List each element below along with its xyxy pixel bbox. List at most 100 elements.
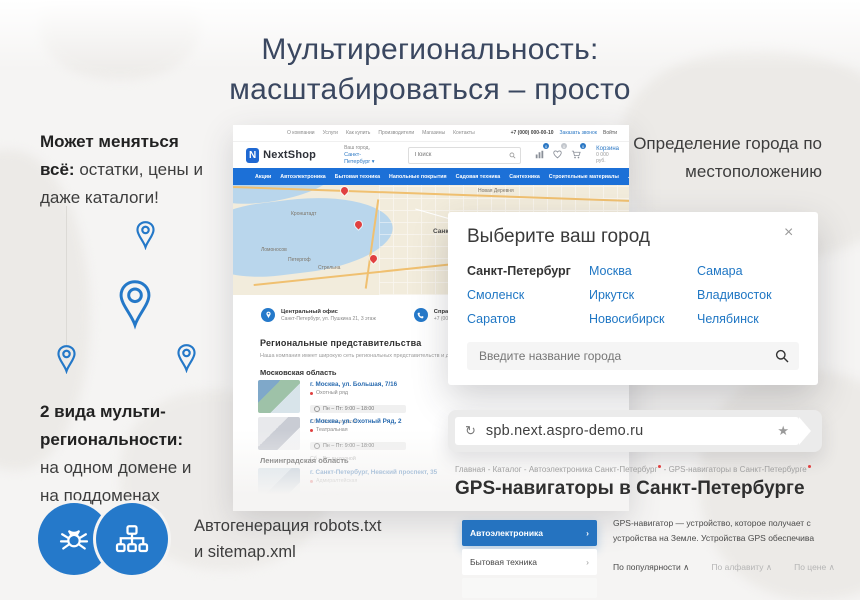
- city-option[interactable]: Челябинск: [697, 312, 772, 326]
- red-dot-icon: [808, 465, 811, 468]
- fact-two-kinds-rest: на одном домене и на поддоменах: [40, 458, 191, 505]
- store-metro-name: Охотный ряд: [316, 389, 348, 398]
- menu-item[interactable]: Строительные материалы: [549, 174, 619, 180]
- breadcrumb-item[interactable]: Каталог: [493, 465, 522, 474]
- map-label: Кронштадт: [291, 211, 316, 217]
- breadcrumb-item-region[interactable]: Автоэлектроника Санкт-Петербург: [529, 465, 658, 474]
- sort-bar: По популярности ∧ По алфавиту ∧ По цене …: [613, 562, 835, 573]
- category-description-line: GPS-навигатор — устройство, которое полу…: [613, 516, 860, 531]
- metro-dot-icon: [310, 392, 313, 395]
- city-option[interactable]: Москва: [589, 264, 664, 278]
- modal-title: Выберите ваш город: [467, 226, 650, 248]
- sidebar-item-autoelectronics[interactable]: Автоэлектроника ›: [462, 520, 597, 546]
- city-option[interactable]: Смоленск: [467, 288, 571, 302]
- city-select-modal: Выберите ваш город × Санкт-Петербург Смо…: [448, 212, 818, 385]
- catalog-heading: GPS-навигаторы в Санкт-Петербурге: [455, 478, 805, 500]
- cart-icon[interactable]: 0: [571, 146, 581, 164]
- map-label: Ломоносов: [261, 247, 287, 253]
- city-option[interactable]: Иркутск: [589, 288, 664, 302]
- refresh-icon[interactable]: ↻: [465, 423, 476, 439]
- fact-two-kinds-bold: 2 вида мульти-региональности:: [40, 402, 183, 449]
- url-text[interactable]: spb.next.aspro-demo.ru: [486, 423, 644, 439]
- store-address[interactable]: г. Москва, ул. Большая, 7/16: [310, 380, 406, 389]
- sidebar-item-label: Бытовая техника: [470, 557, 537, 567]
- fact-two-kinds: 2 вида мульти-региональности: на одном д…: [40, 398, 212, 510]
- page-title-line1: Мультирегиональность:: [261, 33, 598, 66]
- contact-office-address: Санкт-Петербург, ул. Пушкина 21, 3 этаж: [281, 316, 376, 323]
- menu-item[interactable]: Акции: [255, 174, 271, 180]
- contact-office: Центральный офис Санкт-Петербург, ул. Пу…: [261, 308, 376, 323]
- store-address[interactable]: г. Москва, ул. Охотный Ряд, 2: [310, 417, 406, 426]
- map-marker-icon[interactable]: [340, 186, 350, 196]
- autogeneration-label: Автогенерация robots.txt и sitemap.xml: [194, 513, 394, 565]
- browser-urlbar: ↻ spb.next.aspro-demo.ru ★: [448, 410, 822, 452]
- favorites-badge: 0: [561, 143, 567, 149]
- search-icon[interactable]: [509, 152, 516, 159]
- menu-item[interactable]: Садовая техника: [456, 174, 501, 180]
- sort-alphabet[interactable]: По алфавиту ∧: [711, 562, 772, 573]
- city-search-input[interactable]: [477, 348, 775, 364]
- search-icon[interactable]: [775, 349, 789, 363]
- map-pin-icon: [53, 344, 80, 374]
- menu-item[interactable]: Автоэлектроника: [280, 174, 326, 180]
- map-label: Петергоф: [288, 257, 311, 263]
- city-selector[interactable]: Ваш город, Санкт-Петербург ▾: [344, 145, 386, 166]
- map-pin-icon: [173, 343, 200, 373]
- url-field[interactable]: ↻ spb.next.aspro-demo.ru ★: [455, 417, 799, 445]
- city-option[interactable]: Самара: [697, 264, 772, 278]
- cart-badge: 0: [580, 143, 586, 149]
- city-selector-value[interactable]: Санкт-Петербург ▾: [344, 152, 386, 166]
- page-title-line2: масштабироваться – просто: [229, 73, 631, 106]
- region-heading-moscow: Московская область: [260, 368, 337, 377]
- nextshop-logo-text[interactable]: NextShop: [263, 149, 316, 161]
- city-option[interactable]: Саратов: [467, 312, 571, 326]
- category-description-line: устройства на Земле. Устройства GPS обес…: [613, 531, 860, 546]
- site-search-box[interactable]: [408, 147, 521, 164]
- bookmark-star-icon[interactable]: ★: [777, 423, 789, 439]
- red-dot-icon: [658, 465, 661, 468]
- city-search-box[interactable]: [467, 342, 799, 370]
- cart-sum: 0 000 руб.: [596, 152, 619, 164]
- sidebar-item-appliances[interactable]: Бытовая техника ›: [462, 549, 597, 575]
- callback-link[interactable]: Заказать звонок: [560, 130, 597, 136]
- close-icon[interactable]: ×: [784, 224, 793, 242]
- city-option[interactable]: Владивосток: [697, 288, 772, 302]
- menu-item[interactable]: Сантехника: [509, 174, 540, 180]
- nextshop-logo-icon[interactable]: N: [246, 148, 259, 163]
- utility-nav-link[interactable]: Услуги: [323, 130, 338, 136]
- breadcrumb: Главная - Каталог - Автоэлектроника Санк…: [455, 465, 855, 474]
- city-option-selected[interactable]: Санкт-Петербург: [467, 264, 571, 278]
- breadcrumb-sep: -: [664, 465, 667, 474]
- city-option[interactable]: Новосибирск: [589, 312, 664, 326]
- map-label: Новая Деревня: [478, 188, 514, 194]
- utility-nav-link[interactable]: Как купить: [346, 130, 370, 136]
- sort-price[interactable]: По цене ∧: [794, 562, 835, 573]
- sidebar-item-faded: [462, 578, 597, 598]
- login-button[interactable]: Войти: [603, 130, 617, 136]
- utility-nav-link[interactable]: О компании: [287, 130, 315, 136]
- utility-nav-link[interactable]: Производители: [378, 130, 414, 136]
- chevron-right-icon: ›: [586, 528, 589, 538]
- compare-icon[interactable]: 0: [535, 146, 544, 164]
- breadcrumb-item[interactable]: Главная: [455, 465, 485, 474]
- breadcrumb-item-current: GPS-навигаторы в Санкт-Петербурге: [669, 465, 807, 474]
- menu-item-more[interactable]: ...: [628, 174, 629, 180]
- menu-item[interactable]: Бытовая техника: [335, 174, 380, 180]
- geolocation-caption: Определение города по местоположению: [612, 130, 822, 186]
- site-phone: +7 (000) 000-00-10: [511, 130, 554, 136]
- favorites-icon[interactable]: 0: [553, 146, 562, 164]
- breadcrumb-sep: -: [524, 465, 527, 474]
- site-header: N NextShop Ваш город, Санкт-Петербург ▾ …: [233, 142, 629, 168]
- city-column: Санкт-Петербург Смоленск Саратов: [467, 264, 571, 326]
- decorative-line: [66, 206, 67, 346]
- menu-item[interactable]: Напольные покрытия: [389, 174, 447, 180]
- fact-changeable: Может меняться всё: остатки, цены и даже…: [40, 128, 212, 212]
- clock-icon: [314, 406, 320, 412]
- sort-popularity[interactable]: По популярности ∧: [613, 562, 689, 573]
- utility-nav-link[interactable]: Контакты: [453, 130, 475, 136]
- urlbar-arrow: [799, 417, 811, 445]
- poster-canvas: Мультирегиональность: масштабироваться –…: [0, 0, 860, 600]
- pin-icon: [261, 308, 275, 322]
- site-search-input[interactable]: [413, 151, 509, 159]
- utility-nav-link[interactable]: Магазины: [422, 130, 445, 136]
